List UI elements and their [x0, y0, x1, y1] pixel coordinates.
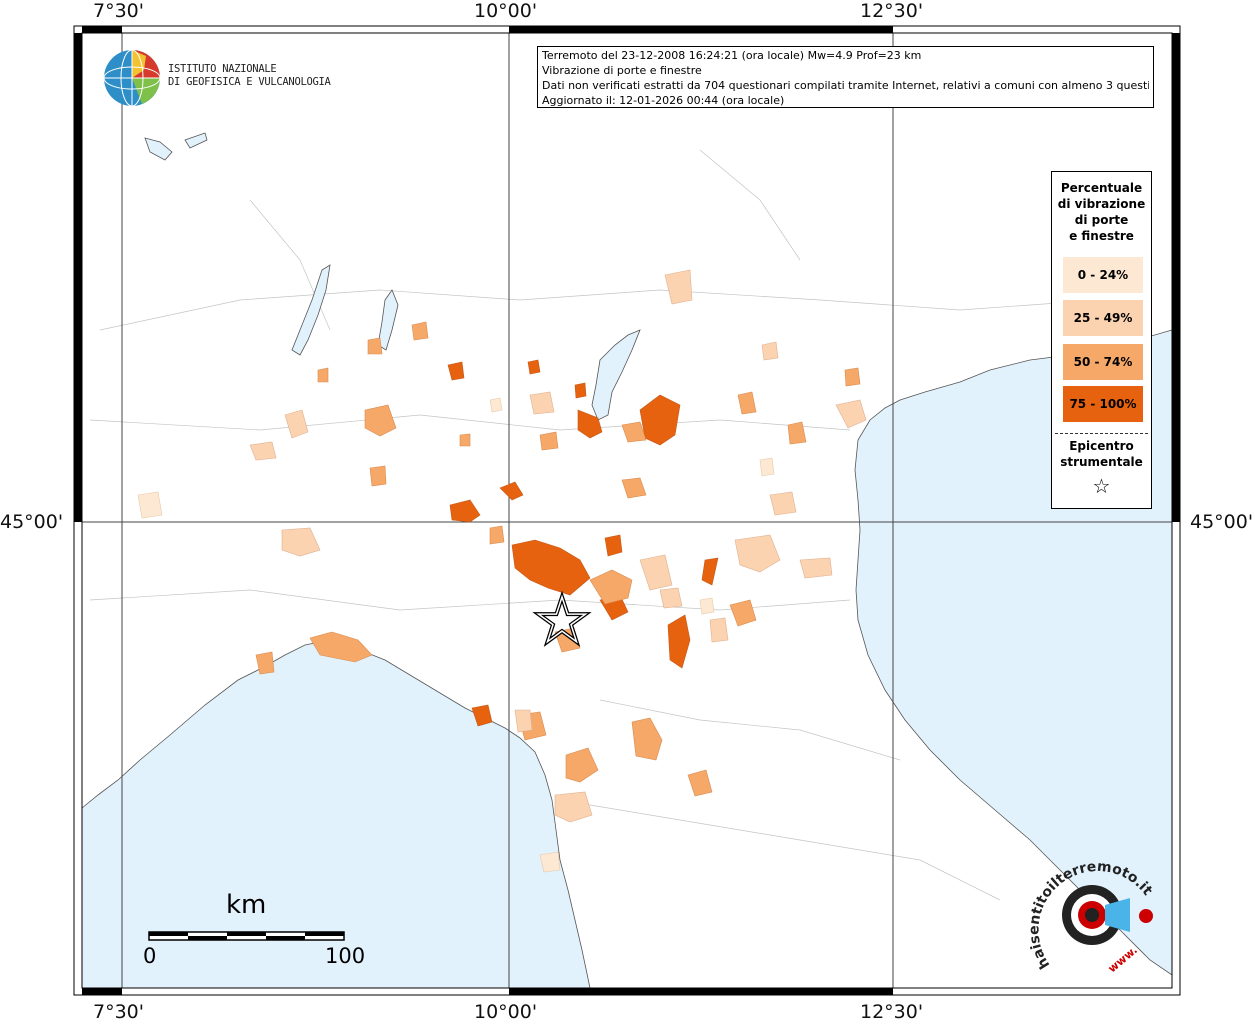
scale-unit-label: km — [226, 890, 267, 920]
watermark-www-text: www. — [1106, 944, 1140, 976]
legend-epicenter-line2: strumentale — [1060, 455, 1143, 469]
legend-title-line3: di porte — [1074, 213, 1129, 227]
legend-epicenter-label: Epicentro strumentale — [1052, 438, 1151, 470]
legend-separator — [1055, 433, 1148, 434]
event-info-line2: Vibrazione di porte e finestre — [542, 64, 702, 77]
ingv-name: ISTITUTO NAZIONALE DI GEOFISICA E VULCAN… — [168, 63, 331, 89]
ingv-name-line1: ISTITUTO NAZIONALE — [168, 63, 277, 75]
event-info-line4: Aggiornato il: 12-01-2026 00:44 (ora loc… — [542, 94, 785, 107]
legend-item-75-100: 75 - 100% — [1063, 386, 1143, 422]
legend: Percentuale di vibrazione di porte e fin… — [1051, 171, 1152, 509]
legend-star-icon: ☆ — [1092, 474, 1111, 498]
ingv-globe-icon — [103, 49, 161, 107]
scale-max-label: 100 — [325, 944, 366, 968]
legend-epicenter-line1: Epicentro — [1069, 439, 1134, 453]
legend-item-25-49: 25 - 49% — [1063, 300, 1143, 336]
event-info-line1: Terremoto del 23-12-2008 16:24:21 (ora l… — [542, 49, 922, 62]
event-info-box: Terremoto del 23-12-2008 16:24:21 (ora l… — [537, 46, 1154, 108]
legend-title-line2: di vibrazione — [1057, 197, 1146, 211]
watermark-text: haisentitoilterremoto.it www. — [1030, 859, 1156, 976]
legend-title-line4: e finestre — [1069, 229, 1134, 243]
legend-title: Percentuale di vibrazione di porte e fin… — [1052, 180, 1151, 244]
scale-min-label: 0 — [143, 944, 157, 968]
legend-item-0-24: 0 - 24% — [1063, 257, 1143, 293]
ingv-name-line2: DI GEOFISICA E VULCANOLOGIA — [168, 76, 331, 88]
legend-item-50-74: 50 - 74% — [1063, 344, 1143, 380]
scale-bar — [148, 931, 345, 941]
event-info-line3: Dati non verificati estratti da 704 ques… — [542, 79, 1149, 92]
legend-title-line1: Percentuale — [1060, 181, 1143, 195]
